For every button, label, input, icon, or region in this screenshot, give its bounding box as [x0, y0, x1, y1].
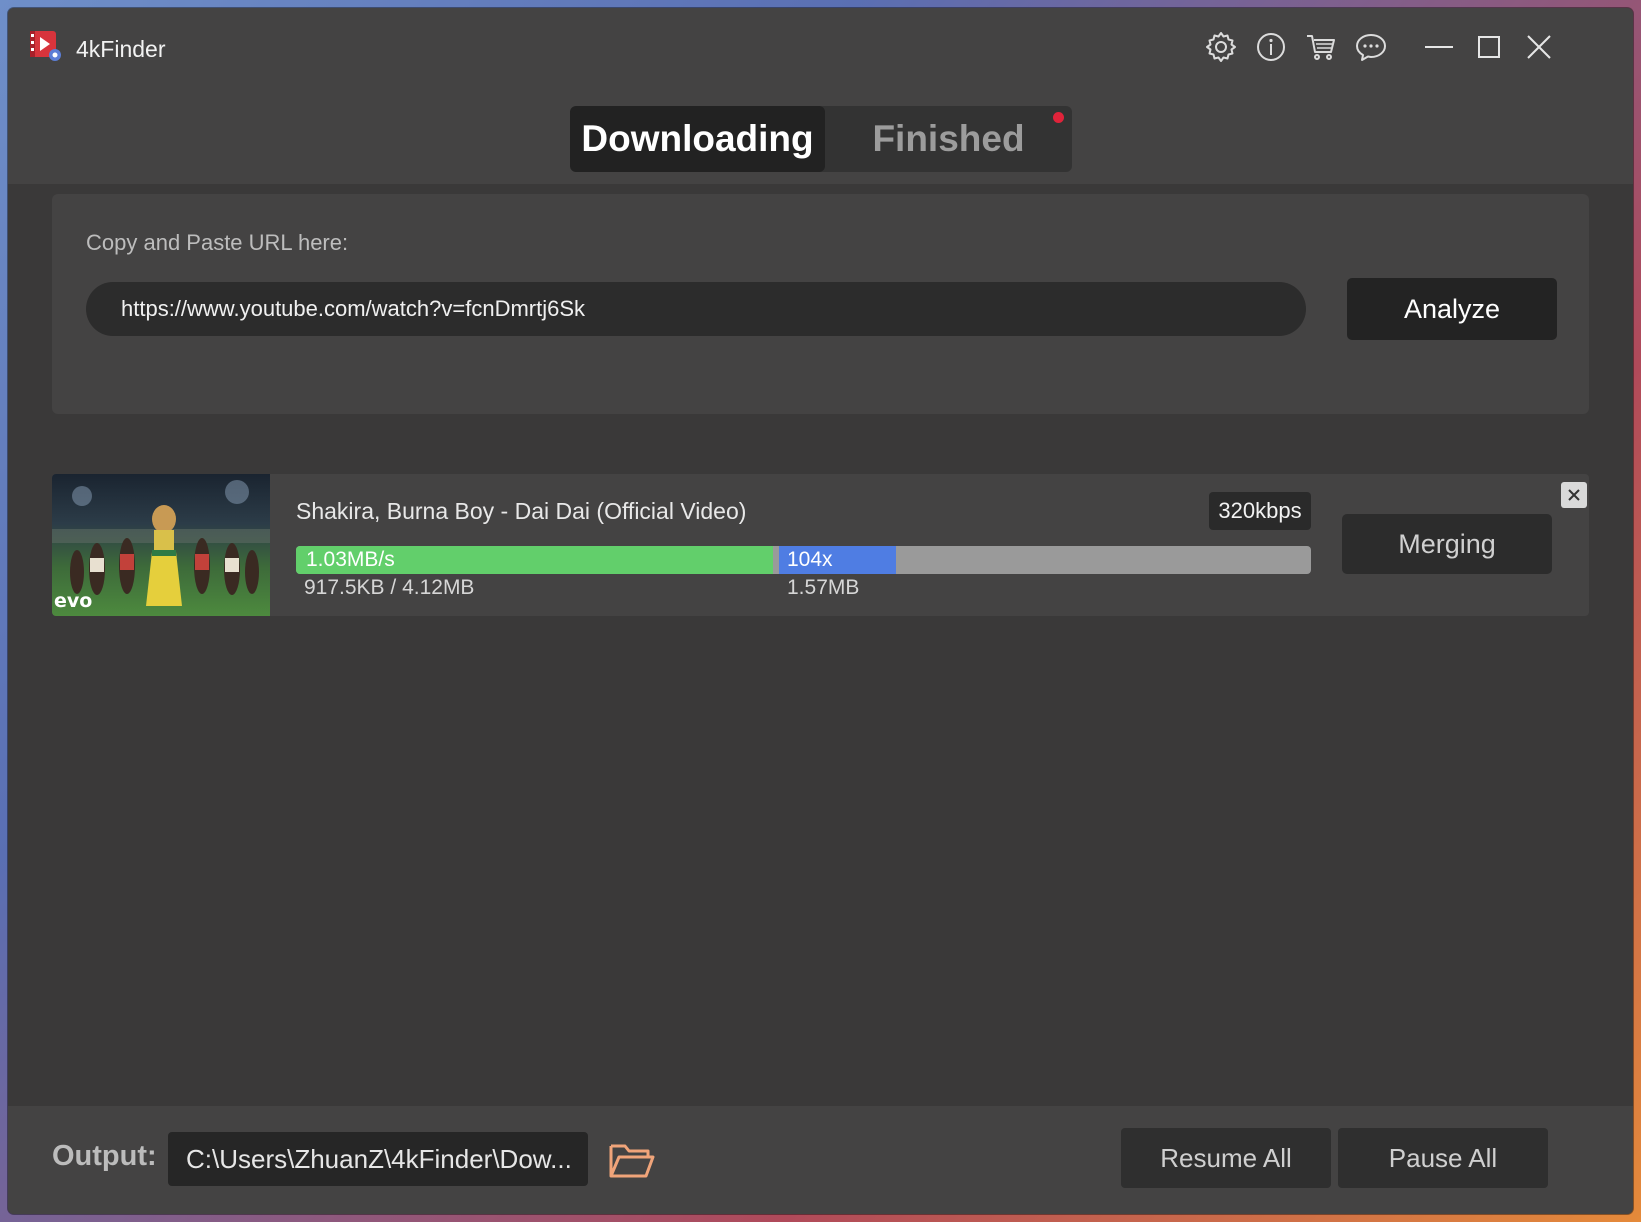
download-task-row: evo Shakira, Burna Boy - Dai Dai (Offici… — [52, 474, 1589, 616]
output-path-field[interactable]: C:\Users\ZhuanZ\4kFinder\Dow... — [168, 1132, 588, 1186]
video-progress-bar: 1.03MB/s — [296, 546, 773, 574]
url-label: Copy and Paste URL here: — [86, 230, 349, 255]
feedback-chat-icon[interactable] — [1352, 28, 1390, 66]
remove-task-button[interactable] — [1561, 482, 1587, 508]
url-input[interactable]: https://www.youtube.com/watch?v=fcnDmrtj… — [86, 282, 1306, 336]
video-size: 917.5KB / 4.12MB — [304, 576, 475, 599]
url-panel: Copy and Paste URL here: https://www.you… — [52, 194, 1589, 414]
minimize-icon[interactable] — [1420, 28, 1458, 66]
app-window: 4kFinder Downloading Finished Copy and P… — [8, 8, 1633, 1214]
tab-finished[interactable]: Finished — [825, 106, 1072, 172]
pause-all-button[interactable]: Pause All — [1338, 1128, 1548, 1188]
footer-bar: Output: C:\Users\ZhuanZ\4kFinder\Dow... … — [8, 1106, 1633, 1214]
title-bar: 4kFinder — [8, 8, 1633, 88]
download-speed: 1.03MB/s — [306, 548, 395, 571]
tab-group: Downloading Finished — [570, 106, 1072, 172]
audio-speed: 104x — [787, 548, 833, 571]
app-title: 4kFinder — [76, 36, 166, 62]
audio-size: 1.57MB — [787, 576, 860, 599]
notification-dot — [1053, 112, 1064, 123]
maximize-icon[interactable] — [1470, 28, 1508, 66]
resume-all-button[interactable]: Resume All — [1121, 1128, 1331, 1188]
settings-gear-icon[interactable] — [1202, 28, 1240, 66]
output-label: Output: — [52, 1140, 157, 1172]
close-icon[interactable] — [1520, 28, 1558, 66]
cart-icon[interactable] — [1302, 28, 1340, 66]
tab-strip: Downloading Finished — [8, 88, 1633, 184]
tab-downloading[interactable]: Downloading — [570, 106, 825, 172]
audio-progress-bar: 104x — [779, 546, 896, 574]
app-logo-icon — [28, 28, 62, 62]
video-thumbnail: evo — [52, 474, 270, 616]
merging-status-button[interactable]: Merging — [1342, 514, 1552, 574]
quality-badge: 320kbps — [1209, 492, 1311, 530]
remove-x-icon — [1568, 489, 1580, 501]
info-icon[interactable] — [1252, 28, 1290, 66]
analyze-button[interactable]: Analyze — [1347, 278, 1557, 340]
tab-finished-label: Finished — [872, 118, 1025, 159]
progress-track: 1.03MB/s 104x — [296, 546, 1311, 574]
thumbnail-watermark: evo — [54, 590, 93, 612]
open-folder-icon[interactable] — [608, 1136, 656, 1182]
task-title: Shakira, Burna Boy - Dai Dai (Official V… — [296, 498, 747, 524]
